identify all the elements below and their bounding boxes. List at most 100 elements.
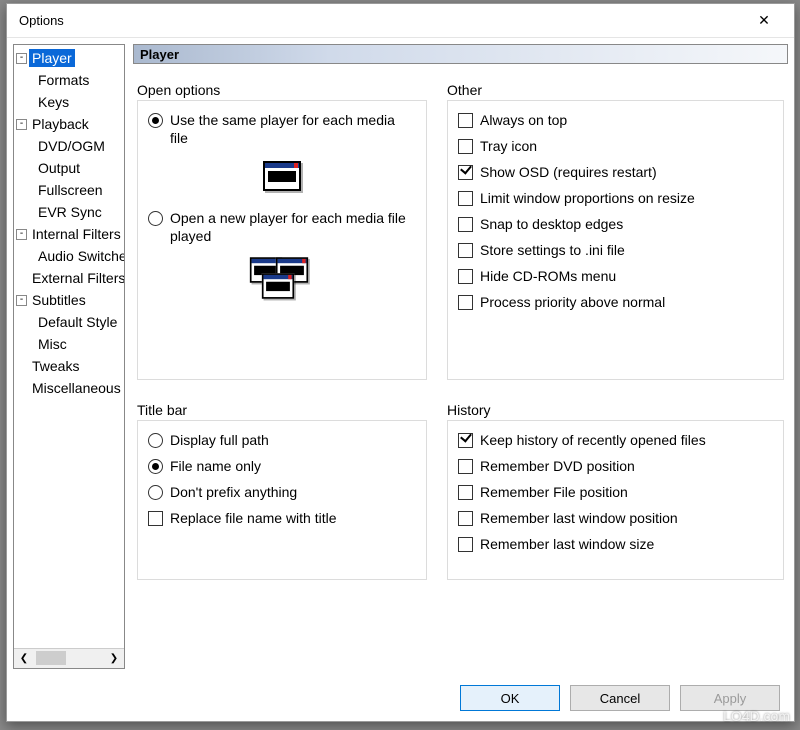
check-other-option[interactable]: Snap to desktop edges	[458, 215, 773, 233]
tree-item-label: Default Style	[35, 313, 120, 331]
checkbox-icon	[458, 459, 473, 474]
check-history-option[interactable]: Remember last window size	[458, 535, 773, 553]
checkbox-icon	[458, 165, 473, 180]
tree-item[interactable]: Misc	[14, 333, 124, 355]
scroll-track[interactable]	[34, 649, 104, 668]
tree-item[interactable]: EVR Sync	[14, 201, 124, 223]
checkbox-icon	[458, 217, 473, 232]
tree-item[interactable]: DVD/OGM	[14, 135, 124, 157]
tree-item-label: Tweaks	[29, 357, 82, 375]
tree-item-label: EVR Sync	[35, 203, 105, 221]
checkbox-icon	[458, 139, 473, 154]
radio-file-name-only[interactable]: File name only	[148, 457, 416, 475]
group-label: History	[447, 402, 784, 418]
scroll-thumb[interactable]	[36, 651, 66, 665]
check-other-option[interactable]: Limit window proportions on resize	[458, 189, 773, 207]
check-history-option[interactable]: Remember File position	[458, 483, 773, 501]
scroll-left-icon[interactable]: ❮	[14, 649, 34, 668]
checkbox-icon	[458, 269, 473, 284]
tree-item[interactable]: -Subtitles	[14, 289, 124, 311]
category-tree: -PlayerFormatsKeys-PlaybackDVD/OGMOutput…	[13, 44, 125, 669]
checkbox-icon	[458, 191, 473, 206]
tree-item[interactable]: Audio Switcher	[14, 245, 124, 267]
tree-item[interactable]: Miscellaneous	[14, 377, 124, 399]
dialog-footer: OK Cancel Apply	[7, 675, 794, 721]
option-label: Store settings to .ini file	[480, 241, 625, 259]
checkbox-icon	[458, 295, 473, 310]
check-history-option[interactable]: Remember DVD position	[458, 457, 773, 475]
tree-item[interactable]: External Filters	[14, 267, 124, 289]
radio-no-prefix[interactable]: Don't prefix anything	[148, 483, 416, 501]
tree-item-label: DVD/OGM	[35, 137, 108, 155]
tree-item-label: Playback	[29, 115, 92, 133]
watermark: LO4D.com	[723, 708, 790, 724]
option-label: Remember File position	[480, 483, 628, 501]
tree-list: -PlayerFormatsKeys-PlaybackDVD/OGMOutput…	[14, 45, 124, 648]
check-other-option[interactable]: Process priority above normal	[458, 293, 773, 311]
tree-item[interactable]: -Internal Filters	[14, 223, 124, 245]
tree-item[interactable]: -Player	[14, 47, 124, 69]
tree-toggle-icon[interactable]: -	[16, 295, 27, 306]
tree-hscrollbar[interactable]: ❮ ❯	[14, 648, 124, 668]
checkbox-icon	[148, 511, 163, 526]
cancel-button[interactable]: Cancel	[570, 685, 670, 711]
close-icon: ✕	[758, 12, 770, 29]
radio-icon	[148, 459, 163, 474]
check-other-option[interactable]: Always on top	[458, 111, 773, 129]
tree-item[interactable]: -Playback	[14, 113, 124, 135]
check-history-option[interactable]: Keep history of recently opened files	[458, 431, 773, 449]
checkbox-icon	[458, 511, 473, 526]
checkbox-icon	[458, 485, 473, 500]
panel-header: Player	[133, 44, 788, 64]
tree-item-label: Formats	[35, 71, 92, 89]
single-player-icon	[148, 161, 416, 191]
tree-item-label: Audio Switcher	[35, 247, 124, 265]
check-other-option[interactable]: Tray icon	[458, 137, 773, 155]
group-label: Other	[447, 82, 784, 98]
tree-toggle-icon[interactable]: -	[16, 229, 27, 240]
tree-toggle-icon[interactable]: -	[16, 119, 27, 130]
checkbox-icon	[458, 113, 473, 128]
check-other-option[interactable]: Hide CD-ROMs menu	[458, 267, 773, 285]
tree-item[interactable]: Tweaks	[14, 355, 124, 377]
tree-item[interactable]: Fullscreen	[14, 179, 124, 201]
radio-new-player[interactable]: Open a new player for each media file pl…	[148, 209, 416, 245]
option-label: Remember last window position	[480, 509, 678, 527]
group-open-options: Open options Use the same player for eac…	[137, 82, 427, 380]
group-other: Other Always on top Tray icon Show OSD (re…	[447, 82, 784, 380]
option-label: Show OSD (requires restart)	[480, 163, 657, 181]
scroll-right-icon[interactable]: ❯	[104, 649, 124, 668]
tree-item[interactable]: Keys	[14, 91, 124, 113]
option-label: Tray icon	[480, 137, 537, 155]
tree-item[interactable]: Formats	[14, 69, 124, 91]
tree-item-label: Keys	[35, 93, 72, 111]
checkbox-icon	[458, 537, 473, 552]
titlebar: Options ✕	[7, 4, 794, 38]
tree-item[interactable]: Output	[14, 157, 124, 179]
ok-button[interactable]: OK	[460, 685, 560, 711]
multi-player-icon	[247, 255, 317, 305]
radio-icon	[148, 433, 163, 448]
tree-item-label: Subtitles	[29, 291, 89, 309]
option-label: Snap to desktop edges	[480, 215, 623, 233]
tree-item[interactable]: Default Style	[14, 311, 124, 333]
tree-item-label: Misc	[35, 335, 70, 353]
check-history-option[interactable]: Remember last window position	[458, 509, 773, 527]
group-label: Open options	[137, 82, 427, 98]
radio-same-player[interactable]: Use the same player for each media file	[148, 111, 416, 147]
tree-item-label: Output	[35, 159, 83, 177]
option-label: Always on top	[480, 111, 567, 129]
check-replace-title[interactable]: Replace file name with title	[148, 509, 416, 527]
group-label: Title bar	[137, 402, 427, 418]
tree-item-label: Player	[29, 49, 75, 67]
close-button[interactable]: ✕	[744, 7, 784, 35]
radio-icon	[148, 485, 163, 500]
radio-icon	[148, 113, 163, 128]
radio-full-path[interactable]: Display full path	[148, 431, 416, 449]
window-title: Options	[19, 13, 744, 28]
check-other-option[interactable]: Show OSD (requires restart)	[458, 163, 773, 181]
tree-item-label: Miscellaneous	[29, 379, 124, 397]
option-label: Hide CD-ROMs menu	[480, 267, 616, 285]
tree-toggle-icon[interactable]: -	[16, 53, 27, 64]
check-other-option[interactable]: Store settings to .ini file	[458, 241, 773, 259]
